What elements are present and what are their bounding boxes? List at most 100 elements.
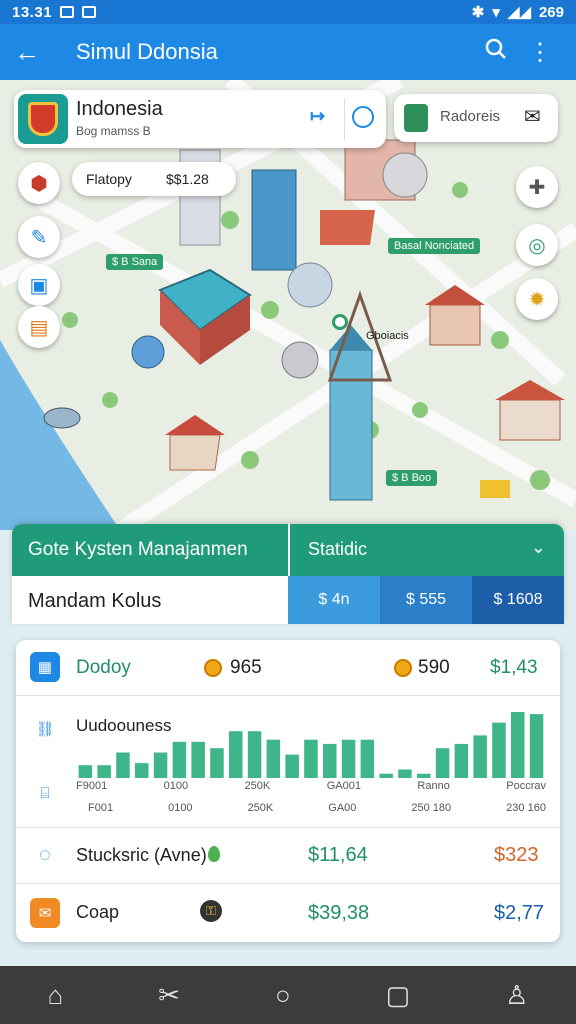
map-label[interactable]: Basal Nonciated [388, 238, 481, 254]
chart-bar [398, 769, 412, 778]
cash-value: $39,38 [308, 902, 370, 924]
cash-row[interactable]: ✉ Coap ⚿ $39,38 $2,77 [16, 884, 560, 942]
statistic-dropdown[interactable]: Statidic ⌄ [288, 524, 564, 576]
city-map[interactable]: Indonesia Bog mamss B ↦ Radoreis ✉ Flato… [0, 80, 576, 530]
compass-icon[interactable] [352, 106, 374, 128]
tab-second-label: $ 555 [405, 591, 447, 608]
location-marker-icon: ◌ [39, 843, 51, 866]
tab-third[interactable]: $ 1608 [472, 576, 564, 624]
photo-icon[interactable]: ▣ [18, 264, 60, 306]
map-label[interactable]: $ B Sana [106, 254, 164, 270]
key-icon: ⚿ [200, 900, 222, 922]
chart-bar [78, 765, 93, 778]
coin-icon [394, 659, 412, 677]
stocks-label: Stucksric (Avne) [76, 845, 207, 865]
region-card[interactable]: Radoreis ✉ [394, 94, 558, 142]
recenter-icon[interactable]: ◎ [516, 224, 558, 266]
tab-first-label: $ 4n [318, 591, 350, 608]
tab-third-label: $ 1608 [493, 591, 543, 608]
pencil-icon[interactable]: ✎ [18, 216, 60, 258]
location-card[interactable]: Indonesia Bog mamss B ↦ [14, 90, 386, 148]
tick-label: Ranno [417, 780, 450, 792]
envelope-icon[interactable]: ✉ [524, 104, 541, 129]
map-label[interactable]: $ B Boo [386, 470, 438, 486]
envelope-icon: ✉ [30, 898, 60, 928]
battery-level: 269 [538, 3, 564, 21]
tick-label: GA00 [328, 802, 357, 814]
chart-bar [341, 739, 356, 778]
stocks-value: $11,64 [308, 844, 368, 866]
route-icon[interactable]: ↦ [310, 106, 325, 127]
profile-icon[interactable]: ♙ [505, 980, 528, 1011]
price-pill[interactable]: Flatopy $$1.28 [72, 162, 236, 196]
bar-chart [78, 712, 544, 778]
chevron-down-icon: ⌄ [530, 537, 546, 557]
tools-icon[interactable]: ✂ [158, 980, 180, 1011]
screenshot-icon [82, 6, 97, 18]
tick-label: F9001 [76, 780, 108, 792]
wifi-icon: ▾ [492, 4, 500, 21]
today-label: Dodoy [76, 657, 131, 678]
handshake-icon: ⛓ [35, 721, 55, 738]
chart-bar [379, 773, 393, 778]
cash-value-secondary: $2,77 [494, 902, 545, 924]
coin-icon [204, 659, 222, 677]
app-bar: ← Simul Ddonsia ⋮ [0, 24, 576, 80]
signal-icon: ◢◢ [507, 4, 531, 21]
map-label[interactable]: Gboiacis [366, 330, 409, 342]
location-pin-icon[interactable] [332, 314, 348, 330]
chart-bar [473, 735, 487, 778]
price-pill-value: $$1.28 [166, 171, 209, 187]
location-emblem-icon [18, 94, 68, 144]
chart-bar [153, 752, 168, 778]
app-title: Simul Ddonsia [76, 39, 218, 64]
zoom-in-icon[interactable]: ✚ [516, 166, 558, 208]
layers-icon[interactable]: ✹ [516, 278, 558, 320]
bluetooth-icon: ✱ [471, 4, 485, 21]
location-title: Indonesia [76, 98, 163, 120]
status-time: 13.31 [12, 3, 53, 21]
region-flag-icon [404, 104, 428, 132]
today-row[interactable]: ▦ Dodoy 965 590 $1,43 [16, 640, 560, 696]
chart-bar [285, 754, 299, 778]
tab-first[interactable]: $ 4n [288, 576, 380, 624]
back-arrow-icon[interactable]: ← [14, 37, 54, 68]
chart-bar [116, 752, 130, 778]
home-icon[interactable]: ⌂ [47, 980, 63, 1011]
tick-label: GA001 [326, 780, 361, 792]
tick-label: 250K [244, 780, 271, 792]
chart-bar [417, 773, 431, 778]
chart-bar [511, 712, 525, 778]
chart-bar [435, 748, 450, 778]
region-label: Radoreis [440, 108, 501, 125]
stocks-row[interactable]: ◌ Stucksric (Avne) $11,64 $323 [16, 828, 560, 884]
tick-label: 250K [247, 802, 274, 814]
tick-label: F001 [88, 802, 114, 814]
status-bar: 13.31 ✱ ▾ ◢◢ 269 [0, 0, 576, 24]
recent-apps-icon[interactable]: ▢ [386, 980, 411, 1011]
chart-bar [266, 739, 281, 778]
tick-label: 250 180 [411, 802, 452, 814]
chart-bar [229, 731, 243, 778]
more-vert-icon[interactable]: ⋮ [518, 38, 562, 67]
stocks-value-secondary: $323 [494, 844, 539, 866]
statistic-label: Statidic [308, 539, 368, 559]
chart-axis: F9001 0100 250K GA001 Ranno Poccrav [76, 780, 546, 792]
stats-list: ▦ Dodoy 965 590 $1,43 ⛓ Uudoouness ⌸ F90… [16, 640, 560, 942]
cash-label: Coap [76, 902, 120, 922]
chart-bar [135, 763, 149, 778]
chart-bar [454, 743, 469, 778]
chart-bar [360, 739, 375, 778]
chart-bar [191, 741, 205, 778]
home-circle-icon[interactable]: ○ [275, 980, 291, 1011]
divider [344, 98, 345, 140]
chart-bar [97, 765, 111, 778]
search-icon[interactable] [474, 37, 518, 68]
document-icon[interactable]: ▤ [18, 306, 60, 348]
price-pill-label: Flatopy [86, 171, 132, 187]
chart-bar [323, 743, 337, 778]
tab-second[interactable]: $ 555 [380, 576, 472, 624]
leaf-icon [208, 846, 220, 862]
emblem-fab[interactable]: ⬢ [18, 162, 60, 204]
panel-title: Gote Kysten Manajanmen [12, 524, 288, 576]
